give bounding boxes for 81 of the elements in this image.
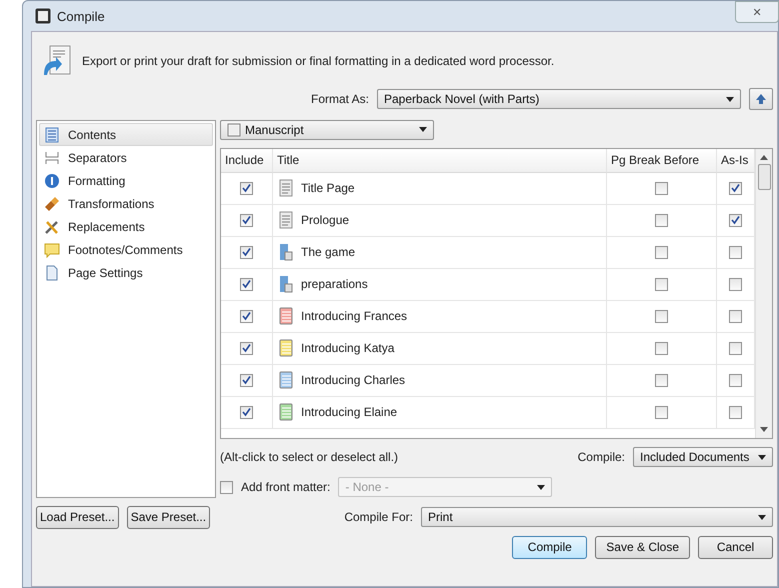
column-header[interactable]: Title — [273, 148, 607, 173]
checkbox[interactable] — [655, 374, 668, 387]
checkbox[interactable] — [655, 246, 668, 259]
document-title: Introducing Charles — [301, 373, 406, 388]
dialog-button[interactable]: Compile — [512, 536, 588, 558]
sidebar-item[interactable]: Contents — [39, 123, 213, 146]
compile-for-label: Compile For: — [344, 510, 413, 524]
checkbox[interactable] — [240, 342, 253, 355]
document-title: preparations — [301, 277, 368, 292]
list-icon — [44, 126, 60, 142]
column-header[interactable]: As-Is — [717, 148, 755, 173]
caret-icon — [758, 454, 766, 460]
window-title: Compile — [57, 8, 105, 24]
preset-button[interactable]: Save Preset... — [126, 506, 210, 528]
checkbox[interactable] — [729, 278, 742, 291]
up-arrow-icon — [755, 93, 767, 105]
document-title: The game — [301, 245, 356, 260]
preset-button[interactable]: Load Preset... — [36, 506, 119, 528]
scroll-up-icon[interactable] — [760, 154, 768, 160]
hint-text: (Alt-click to select or deselect all.) — [220, 450, 398, 464]
checkbox[interactable] — [655, 342, 668, 355]
caret-icon — [419, 127, 427, 132]
close-button[interactable]: ✕ — [735, 1, 779, 23]
compile-for-select[interactable]: Print — [421, 507, 773, 527]
format-select[interactable]: Paperback Novel (with Parts) — [377, 89, 741, 109]
checkbox[interactable] — [729, 246, 742, 259]
document-title: Prologue — [301, 213, 350, 228]
app-icon — [35, 8, 51, 24]
checkbox[interactable] — [729, 374, 742, 387]
scrollbar[interactable] — [755, 148, 772, 438]
document-title: Introducing Katya — [301, 341, 394, 356]
checkbox[interactable] — [729, 406, 742, 419]
sidebar-item[interactable]: Footnotes/Comments — [39, 238, 213, 261]
document-title: Title Page — [301, 181, 355, 196]
checkbox[interactable] — [240, 310, 253, 323]
checkbox[interactable] — [729, 310, 742, 323]
checkbox[interactable] — [655, 214, 668, 227]
checkbox[interactable] — [655, 182, 668, 195]
checkbox[interactable] — [729, 182, 742, 195]
up-button[interactable] — [749, 88, 773, 110]
format-as-label: Format As: — [310, 92, 369, 106]
compile-select[interactable]: Included Documents — [633, 447, 773, 468]
separator-icon — [44, 150, 60, 166]
manuscript-select[interactable]: Manuscript — [220, 120, 434, 140]
scroll-down-icon[interactable] — [760, 426, 768, 432]
sidebar-item[interactable]: Transformations — [39, 192, 213, 215]
front-matter-label: Add front matter: — [241, 480, 330, 494]
checkbox[interactable] — [655, 406, 668, 419]
sidebar-item[interactable]: Page Settings — [39, 261, 213, 284]
note-icon — [44, 242, 60, 258]
brush-icon — [44, 196, 60, 212]
checkbox[interactable] — [240, 406, 253, 419]
scroll-thumb[interactable] — [758, 164, 770, 190]
sidebar-item[interactable]: Formatting — [39, 169, 213, 192]
page-icon — [44, 264, 60, 280]
tools-icon — [44, 218, 60, 234]
number-icon — [44, 172, 60, 188]
checkbox[interactable] — [240, 182, 253, 195]
checkbox[interactable] — [729, 342, 742, 355]
export-icon — [42, 45, 72, 77]
compile-label: Compile: — [578, 450, 625, 464]
column-header[interactable]: Include — [221, 148, 273, 173]
document-title: Introducing Elaine — [301, 405, 398, 420]
dialog-button[interactable]: Cancel — [698, 536, 773, 558]
description-text: Export or print your draft for submission or final formatting in a dedicated word processor. — [82, 54, 554, 68]
checkbox[interactable] — [729, 214, 742, 227]
document-title: Introducing Frances — [301, 309, 408, 324]
checkbox[interactable] — [655, 310, 668, 323]
checkbox[interactable] — [240, 214, 253, 227]
caret-icon — [758, 514, 766, 520]
folder-icon — [227, 122, 241, 137]
checkbox[interactable] — [240, 278, 253, 291]
checkbox[interactable] — [240, 374, 253, 387]
column-header[interactable]: Pg Break Before — [607, 148, 717, 173]
caret-icon — [726, 96, 734, 102]
sidebar-item[interactable]: Separators — [39, 146, 213, 169]
checkbox[interactable] — [655, 278, 668, 291]
checkbox[interactable] — [240, 246, 253, 259]
dialog-button[interactable]: Save & Close — [595, 536, 690, 558]
sidebar-item[interactable]: Replacements — [39, 215, 213, 238]
caret-icon — [537, 484, 546, 490]
